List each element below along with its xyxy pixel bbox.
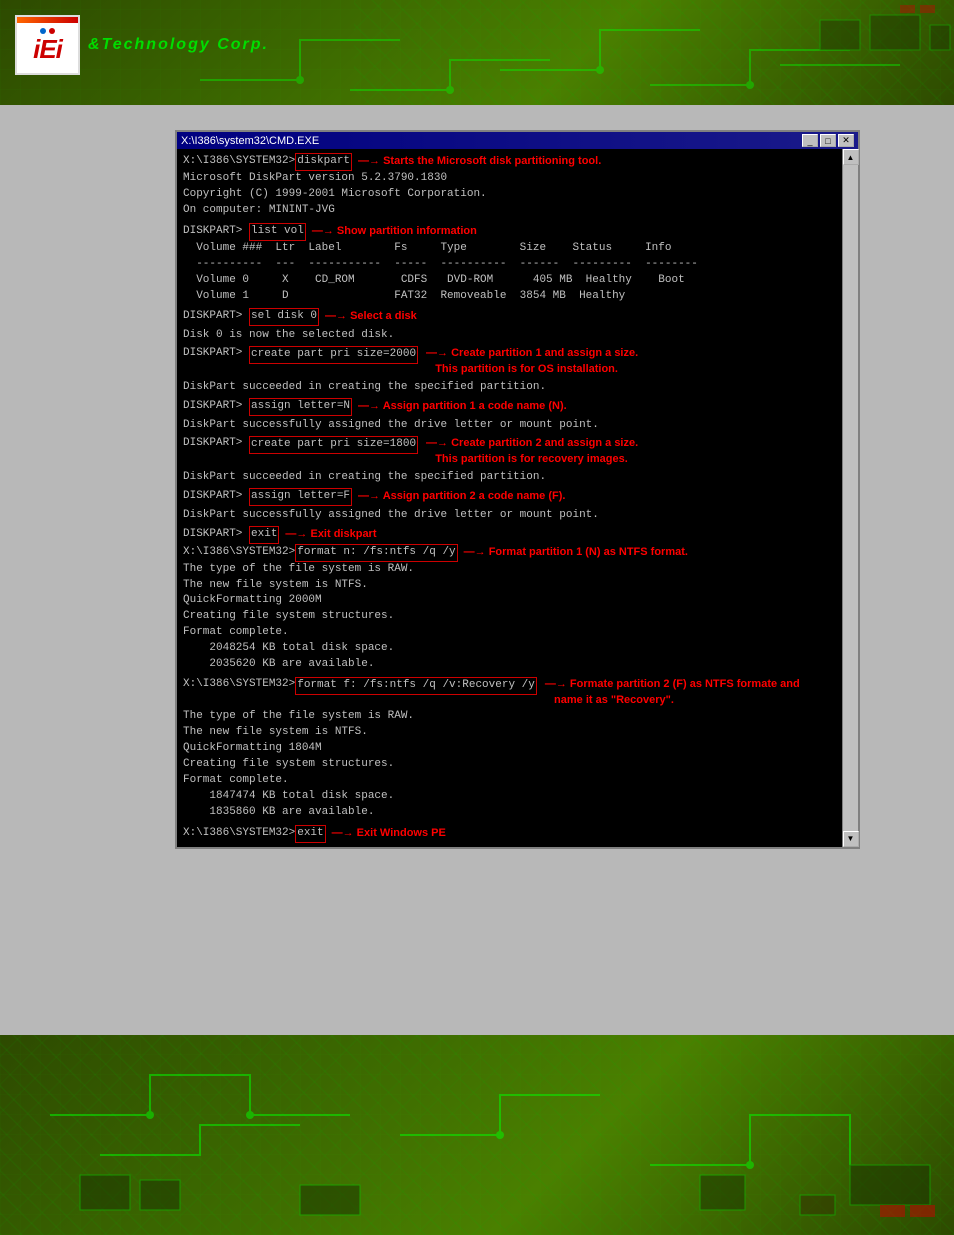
cmd-line-seldisk: DISKPART> sel disk 0 —→ Select a disk xyxy=(183,308,836,326)
highlight-exit-diskpart: exit xyxy=(249,526,279,544)
diskpart-copyright: Copyright (C) 1999-2001 Microsoft Corpor… xyxy=(183,187,836,203)
formatF-5: Format complete. xyxy=(183,773,836,789)
cmd-line-exit-winpe: X:\I386\SYSTEM32>exit —→ Exit Windows PE xyxy=(183,825,836,843)
annotation-listvol: —→ Show partition information xyxy=(312,224,477,240)
cmd-line-exit-diskpart: DISKPART> exit —→ Exit diskpart xyxy=(183,526,836,544)
cmd-line-assignN: DISKPART> assign letter=N —→ Assign part… xyxy=(183,398,836,416)
prompt-createpart1: DISKPART> xyxy=(183,346,249,362)
formatF-4: Creating file system structures. xyxy=(183,757,836,773)
cmd-line-diskpart: X:\I386\SYSTEM32>diskpart —→ Starts the … xyxy=(183,153,836,171)
vol-row-1: Volume 1 D FAT32 Removeable 3854 MB Heal… xyxy=(183,289,836,305)
prompt-assignF: DISKPART> xyxy=(183,489,249,505)
cmd-body-wrapper: X:\I386\SYSTEM32>diskpart —→ Starts the … xyxy=(175,149,860,849)
highlight-listvol: list vol xyxy=(249,223,306,241)
maximize-button[interactable]: □ xyxy=(820,134,836,147)
formatF-7: 1835860 KB are available. xyxy=(183,805,836,821)
diskpart-computer: On computer: MININT-JVG xyxy=(183,203,836,219)
highlight-formatF: format f: /fs:ntfs /q /v:Recovery /y xyxy=(295,677,537,695)
logo-brand: &Technology Corp. xyxy=(88,36,269,54)
scrollbar-up-button[interactable]: ▲ xyxy=(843,149,859,165)
annotation-createpart1: —→ Create partition 1 and assign a size.… xyxy=(426,346,638,378)
formatN-1: The type of the file system is RAW. xyxy=(183,562,836,578)
formatN-7: 2035620 KB are available. xyxy=(183,657,836,673)
prompt-1: X:\I386\SYSTEM32> xyxy=(183,154,295,170)
annotation-createpart2: —→ Create partition 2 and assign a size.… xyxy=(426,436,638,468)
createpart1-result: DiskPart succeeded in creating the speci… xyxy=(183,380,836,396)
prompt-createpart2: DISKPART> xyxy=(183,436,249,452)
cmd-line-formatN: X:\I386\SYSTEM32>format n: /fs:ntfs /q /… xyxy=(183,544,836,562)
annotation-exit-diskpart: —→ Exit diskpart xyxy=(285,527,376,543)
cmd-line-formatF: X:\I386\SYSTEM32>format f: /fs:ntfs /q /… xyxy=(183,677,836,709)
annotation-formatN: —→ Format partition 1 (N) as NTFS format… xyxy=(464,545,688,561)
prompt-assignN: DISKPART> xyxy=(183,399,249,415)
annotation-assignF: —→ Assign partition 2 a code name (F). xyxy=(358,489,565,505)
logo-text: &Technology Corp. xyxy=(88,36,269,54)
close-button[interactable]: ✕ xyxy=(838,134,854,147)
highlight-createpart2: create part pri size=1800 xyxy=(249,436,418,454)
formatN-6: 2048254 KB total disk space. xyxy=(183,641,836,657)
formatF-2: The new file system is NTFS. xyxy=(183,725,836,741)
minimize-button[interactable]: _ xyxy=(802,134,818,147)
createpart2-result: DiskPart succeeded in creating the speci… xyxy=(183,470,836,486)
assignN-result: DiskPart successfully assigned the drive… xyxy=(183,418,836,434)
assignF-result: DiskPart successfully assigned the drive… xyxy=(183,508,836,524)
formatN-5: Format complete. xyxy=(183,625,836,641)
vol-table-header: Volume ### Ltr Label Fs Type Size Status… xyxy=(183,241,836,257)
cmd-terminal: X:\I386\SYSTEM32>diskpart —→ Starts the … xyxy=(177,149,842,847)
annotation-exit-winpe: —→ Exit Windows PE xyxy=(332,826,446,842)
logo-area: iEi &Technology Corp. xyxy=(15,15,269,75)
cmd-titlebar: X:\I386\system32\CMD.EXE _ □ ✕ xyxy=(175,130,860,149)
cmd-title: X:\I386\system32\CMD.EXE xyxy=(181,135,319,147)
highlight-createpart1: create part pri size=2000 xyxy=(249,346,418,364)
cmd-line-createpart1: DISKPART> create part pri size=2000 —→ C… xyxy=(183,346,836,378)
prompt-exit-winpe: X:\I386\SYSTEM32> xyxy=(183,826,295,842)
formatF-1: The type of the file system is RAW. xyxy=(183,709,836,725)
highlight-exit-winpe: exit xyxy=(295,825,325,843)
prompt-seldisk: DISKPART> xyxy=(183,309,249,325)
cmd-line-assignF: DISKPART> assign letter=F —→ Assign part… xyxy=(183,488,836,506)
scrollbar-down-button[interactable]: ▼ xyxy=(843,831,859,847)
formatN-2: The new file system is NTFS. xyxy=(183,578,836,594)
highlight-diskpart: diskpart xyxy=(295,153,352,171)
prompt-listvol: DISKPART> xyxy=(183,224,249,240)
highlight-assignF: assign letter=F xyxy=(249,488,352,506)
vol-row-0: Volume 0 X CD_ROM CDFS DVD-ROM 405 MB He… xyxy=(183,273,836,289)
annotation-formatF: —→ Formate partition 2 (F) as NTFS forma… xyxy=(545,677,800,709)
cmd-window: X:\I386\system32\CMD.EXE _ □ ✕ X:\I386\S… xyxy=(175,130,860,849)
cmd-window-buttons: _ □ ✕ xyxy=(802,134,854,147)
highlight-formatN: format n: /fs:ntfs /q /y xyxy=(295,544,457,562)
formatN-4: Creating file system structures. xyxy=(183,609,836,625)
prompt-exit-diskpart: DISKPART> xyxy=(183,527,249,543)
highlight-assignN: assign letter=N xyxy=(249,398,352,416)
vol-table-sep: ---------- --- ----------- ----- -------… xyxy=(183,257,836,273)
cmd-line-listvol: DISKPART> list vol —→ Show partition inf… xyxy=(183,223,836,241)
cmd-scrollbar[interactable]: ▲ ▼ xyxy=(842,149,858,847)
cmd-line-createpart2: DISKPART> create part pri size=1800 —→ C… xyxy=(183,436,836,468)
pcb-background-bottom xyxy=(0,1035,954,1235)
annotation-diskpart: —→ Starts the Microsoft disk partitionin… xyxy=(358,154,601,170)
diskpart-version: Microsoft DiskPart version 5.2.3790.1830 xyxy=(183,171,836,187)
formatF-3: QuickFormatting 1804M xyxy=(183,741,836,757)
formatN-3: QuickFormatting 2000M xyxy=(183,593,836,609)
prompt-formatF: X:\I386\SYSTEM32> xyxy=(183,677,295,693)
annotation-assignN: —→ Assign partition 1 a code name (N). xyxy=(358,399,567,415)
formatF-6: 1847474 KB total disk space. xyxy=(183,789,836,805)
highlight-seldisk: sel disk 0 xyxy=(249,308,319,326)
prompt-formatN: X:\I386\SYSTEM32> xyxy=(183,545,295,561)
annotation-seldisk: —→ Select a disk xyxy=(325,309,417,325)
disk-selected: Disk 0 is now the selected disk. xyxy=(183,328,836,344)
